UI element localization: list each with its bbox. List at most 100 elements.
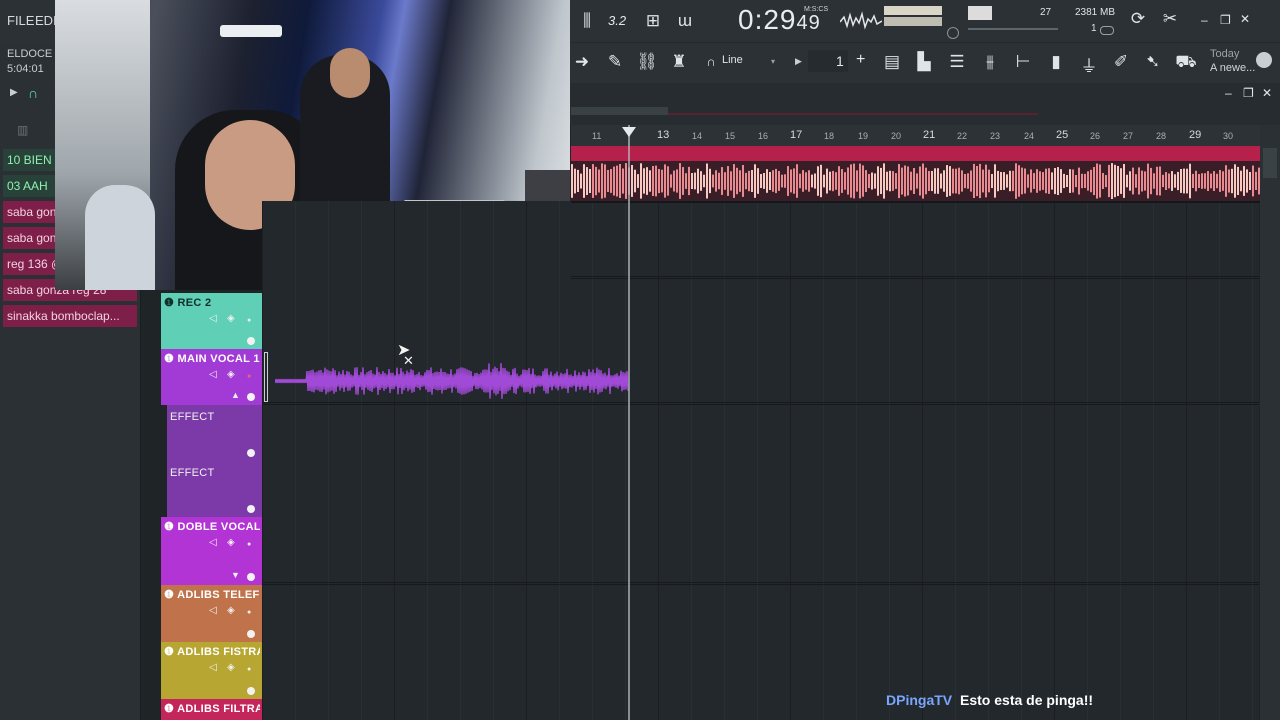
scrollbar-thumb[interactable] <box>1263 148 1277 178</box>
track-header[interactable]: ❶ MAIN VOCAL 1 ◁ ◈ ● ▲ <box>161 349 262 405</box>
speaker-icon[interactable]: ◁ <box>209 369 217 380</box>
track-output-dot[interactable] <box>247 337 255 345</box>
pattern-prev-icon[interactable]: ▶ <box>795 56 802 67</box>
ruler-tick-label: 21 <box>923 129 936 141</box>
mixer-icon[interactable]: ⫵ <box>978 52 1002 72</box>
project-duration: 5:04:01 <box>7 63 44 75</box>
tools-icon[interactable]: ✂ <box>1158 9 1182 29</box>
track-name: ❶ MAIN VOCAL 1 <box>164 353 260 365</box>
snap-dropdown-icon[interactable]: ▾ <box>771 57 775 66</box>
track-header[interactable]: ❶ REC 2 ◁ ◈ ● <box>161 293 262 349</box>
track-header[interactable]: ❶ ADLIBS TELEFO... ◁ ◈ ● <box>161 585 262 642</box>
master-volume-slider[interactable] <box>968 28 1058 30</box>
track-label: MAIN VOCAL 1 <box>177 353 260 365</box>
rec-icon[interactable]: ● <box>247 666 251 673</box>
track-name: ❶ ADLIBS FISTRAD... <box>164 645 260 658</box>
speaker-icon[interactable]: ◁ <box>209 313 217 324</box>
track-header[interactable]: ❶ ADLIBS FILTRAD... <box>161 699 262 720</box>
track-label: DOBLE VOCAL <box>177 521 260 533</box>
playlist-vertical-scrollbar[interactable] <box>1260 125 1280 720</box>
speaker-icon[interactable]: ◁ <box>209 662 217 673</box>
rec-icon[interactable]: ● <box>247 609 251 616</box>
memory-readout: 2381 MB <box>1075 7 1116 18</box>
ruler-tick-label: 16 <box>758 131 769 141</box>
time-format-label: M:S:CS <box>804 6 829 13</box>
ruler-tick-label: 20 <box>891 131 902 141</box>
plugin-picker-icon[interactable]: ➷ <box>1141 52 1165 72</box>
speaker-icon[interactable]: ◁ <box>209 537 217 548</box>
step-edit-icon[interactable]: ⊞ <box>641 11 665 31</box>
browser-item[interactable]: sinakka bomboclap... <box>3 305 137 327</box>
ruler-tick-label: 14 <box>692 131 703 141</box>
timeline-marker-bar[interactable] <box>571 146 1261 161</box>
playhead-line[interactable] <box>628 125 630 720</box>
playlist-icon[interactable]: ▤ <box>880 52 904 72</box>
master-pitch-knob[interactable] <box>947 27 959 39</box>
metronome-icon[interactable]: ⫼ <box>575 11 599 31</box>
link-icon[interactable]: ⛓ <box>635 52 659 72</box>
playlist-restore-icon[interactable]: ❐ <box>1243 86 1254 100</box>
track-output-dot[interactable] <box>247 449 255 457</box>
mute-icon[interactable]: ◈ <box>227 313 235 324</box>
track-header[interactable]: ❶ DOBLE VOCAL ◁ ◈ ● ▼ <box>161 517 262 585</box>
ruler-tick-label: 11 <box>592 131 602 141</box>
rec-icon[interactable]: ● <box>247 541 251 548</box>
tempo-hint[interactable]: 3.2 <box>608 13 626 28</box>
speaker-icon[interactable]: ◁ <box>209 605 217 616</box>
cart-icon[interactable]: ⛟ <box>1174 52 1198 74</box>
browser-icon[interactable]: ⊢ <box>1011 52 1035 72</box>
track-output-dot[interactable] <box>247 630 255 638</box>
refresh-icon[interactable]: ⟳ <box>1126 9 1150 29</box>
track-header[interactable]: EFFECT <box>167 461 262 517</box>
menu-file[interactable]: FILE <box>7 13 34 28</box>
volume-meter-top <box>884 6 942 15</box>
audio-clip-top[interactable] <box>571 161 1261 201</box>
mute-icon[interactable]: ◈ <box>227 662 235 673</box>
ruler-tick-label: 19 <box>858 131 869 141</box>
brush-icon[interactable]: ✐ <box>1109 52 1133 72</box>
news-text[interactable]: A newe... <box>1210 62 1255 74</box>
clip-resize-handle[interactable] <box>264 352 268 402</box>
midi-indicator <box>968 6 992 20</box>
track-output-dot[interactable] <box>247 687 255 695</box>
plugin-icon[interactable]: ⏚ <box>1077 52 1101 77</box>
blend-notes-icon[interactable]: ɯ <box>673 11 697 31</box>
magnet-icon[interactable]: ∩ <box>699 54 723 69</box>
headphones-icon[interactable]: ∩ <box>28 85 38 101</box>
playhead-marker[interactable] <box>622 127 636 137</box>
track-header[interactable]: ❶ ADLIBS FISTRAD... ◁ ◈ ● <box>161 642 262 699</box>
piano-roll-icon[interactable]: ▙ <box>912 52 936 72</box>
snap-mode-select[interactable]: Line <box>722 54 743 66</box>
collapse-icon[interactable]: ▲ <box>231 390 240 400</box>
rec-icon[interactable]: ● <box>247 373 251 380</box>
channel-rack-icon[interactable]: ☰ <box>945 52 969 72</box>
track-header[interactable]: EFFECT <box>167 405 262 461</box>
restore-icon[interactable]: ❐ <box>1220 13 1231 27</box>
track-output-dot[interactable] <box>247 393 255 401</box>
playlist-close-icon[interactable]: ✕ <box>1262 86 1272 100</box>
playlist-minimize-icon[interactable]: – <box>1225 86 1232 100</box>
close-icon[interactable]: ✕ <box>1240 12 1250 26</box>
track-output-dot[interactable] <box>247 505 255 513</box>
rec-icon[interactable]: ● <box>247 317 251 324</box>
ruler-tick-label: 30 <box>1223 131 1234 141</box>
menu-edit[interactable]: EDI <box>35 13 57 28</box>
globe-icon[interactable] <box>1256 52 1272 68</box>
playlist-scroll-overview[interactable] <box>571 107 668 115</box>
track-label: EFFECT <box>170 467 215 479</box>
expand-icon[interactable]: ▼ <box>231 570 240 580</box>
track-output-dot[interactable] <box>247 573 255 581</box>
pencil-icon[interactable]: ✎ <box>603 52 627 72</box>
mute-icon[interactable]: ◈ <box>227 369 235 380</box>
project-name: ELDOCE F <box>7 48 63 60</box>
arrow-right-icon[interactable]: ➜ <box>570 52 594 72</box>
ruler-tick-label: 15 <box>725 131 736 141</box>
file-icon[interactable]: ▮ <box>1044 52 1068 72</box>
stamp-icon[interactable]: ♜ <box>667 52 691 72</box>
add-pattern-icon[interactable]: + <box>856 51 865 69</box>
mute-icon[interactable]: ◈ <box>227 537 235 548</box>
minimize-icon[interactable]: – <box>1201 13 1208 27</box>
mute-icon[interactable]: ◈ <box>227 605 235 616</box>
main-vocal-waveform[interactable] <box>275 363 629 399</box>
browser-expand-icon[interactable]: ▶ <box>10 87 18 98</box>
